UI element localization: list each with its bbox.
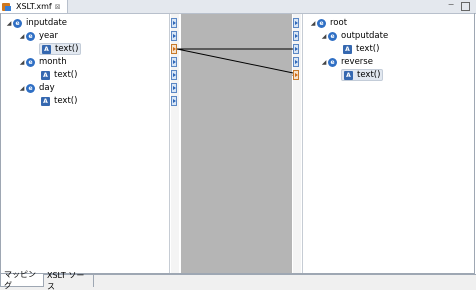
tree-node-root[interactable]: ◢ e root <box>309 17 347 29</box>
node-label: reverse <box>341 57 373 67</box>
connector-handle-mapped-icon[interactable] <box>293 70 299 80</box>
tab-mapping[interactable]: マッピング <box>0 270 44 290</box>
mapping-lines <box>176 46 299 76</box>
editor-tab-title: XSLT.xmf <box>16 2 52 11</box>
source-tree-panel: ◢ e inputdate ◢ e year A text() ◢ e mont… <box>1 14 170 273</box>
node-label: text() <box>54 70 78 80</box>
node-label: year <box>39 31 58 41</box>
maximize-button[interactable] <box>461 2 470 11</box>
tree-node-month-text[interactable]: A text() <box>41 69 77 81</box>
element-icon: e <box>26 31 35 41</box>
node-label: text() <box>356 44 380 54</box>
expand-triangle-icon[interactable]: ◢ <box>5 20 13 27</box>
element-icon: e <box>328 57 337 67</box>
expand-triangle-icon[interactable]: ◢ <box>320 33 328 40</box>
node-label: root <box>330 18 348 28</box>
node-label: day <box>39 83 55 93</box>
expand-triangle-icon[interactable]: ◢ <box>18 59 26 66</box>
node-label: outputdate <box>341 31 389 41</box>
connector-handle-icon[interactable] <box>293 18 299 28</box>
node-label: text() <box>54 96 78 106</box>
connector-handle-icon[interactable] <box>293 44 299 54</box>
tree-node-month[interactable]: ◢ e month <box>18 56 67 68</box>
attribute-icon: A <box>41 96 50 106</box>
xslt-file-icon <box>2 2 11 11</box>
tab-close-icon[interactable]: ⊠ <box>55 3 61 11</box>
tree-node-day[interactable]: ◢ e day <box>18 82 55 94</box>
attribute-icon: A <box>41 70 50 80</box>
tab-xslt-source[interactable]: XSLT ソース <box>44 271 94 291</box>
tree-node-year[interactable]: ◢ e year <box>18 30 58 42</box>
node-label: month <box>39 57 67 67</box>
tree-node-day-text[interactable]: A text() <box>41 95 77 107</box>
connector-handle-icon[interactable] <box>293 31 299 41</box>
target-tree-panel: ◢ e root ◢ e outputdate A text() ◢ e rev… <box>303 14 474 273</box>
attribute-icon: A <box>344 70 353 80</box>
tree-node-inputdate[interactable]: ◢ e inputdate <box>5 17 67 29</box>
minimize-button[interactable]: − <box>447 1 455 10</box>
expand-triangle-icon[interactable]: ◢ <box>18 85 26 92</box>
expand-triangle-icon[interactable]: ◢ <box>18 33 26 40</box>
element-icon: e <box>26 57 35 67</box>
tree-node-outputdate-text[interactable]: A text() <box>343 43 379 55</box>
element-icon: e <box>26 83 35 93</box>
tree-node-year-text[interactable]: A text() <box>39 43 82 55</box>
node-label: text() <box>55 44 79 54</box>
target-connector-strip <box>293 14 301 273</box>
element-icon: e <box>328 31 337 41</box>
node-label: text() <box>357 70 381 80</box>
tree-node-outputdate[interactable]: ◢ e outputdate <box>320 30 389 42</box>
element-icon: e <box>13 18 22 28</box>
attribute-icon: A <box>42 44 51 54</box>
tree-node-reverse[interactable]: ◢ e reverse <box>320 56 373 68</box>
element-icon: e <box>317 18 326 28</box>
editor-tab-xslt[interactable]: XSLT.xmf ⊠ <box>0 0 68 13</box>
editor-tab-bar <box>0 0 476 14</box>
expand-triangle-icon[interactable]: ◢ <box>320 59 328 66</box>
connector-handle-icon[interactable] <box>171 96 177 106</box>
node-label: inputdate <box>26 18 68 28</box>
attribute-icon: A <box>343 44 352 54</box>
expand-triangle-icon[interactable]: ◢ <box>309 20 317 27</box>
tree-node-reverse-text[interactable]: A text() <box>341 69 384 81</box>
connector-handle-icon[interactable] <box>293 57 299 67</box>
mapping-line-year-to-reverse[interactable] <box>176 48 299 76</box>
